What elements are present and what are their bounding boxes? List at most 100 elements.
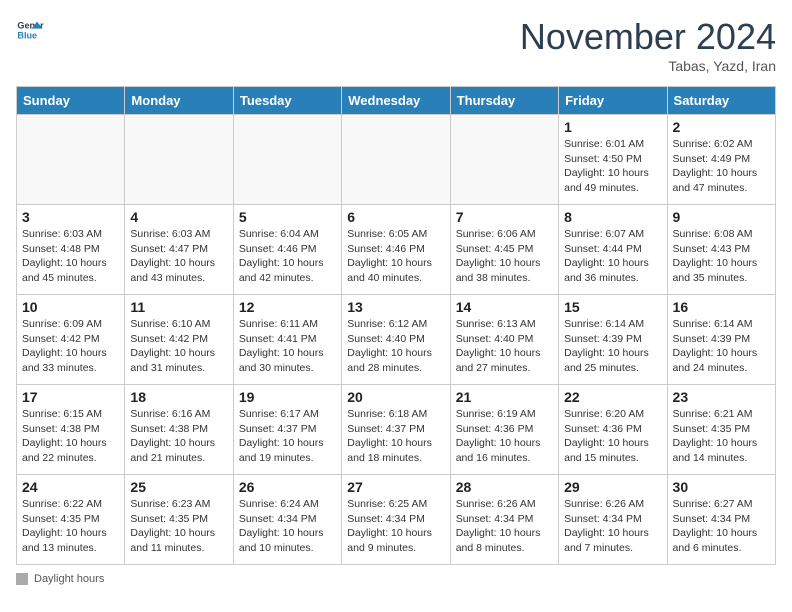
day-info: Sunrise: 6:26 AM Sunset: 4:34 PM Dayligh… (564, 497, 661, 556)
calendar-day-cell: 16 Sunrise: 6:14 AM Sunset: 4:39 PM Dayli… (667, 295, 775, 385)
day-info: Sunrise: 6:20 AM Sunset: 4:36 PM Dayligh… (564, 407, 661, 466)
calendar-day-cell: 18 Sunrise: 6:16 AM Sunset: 4:38 PM Dayli… (125, 385, 233, 475)
day-info: Sunrise: 6:21 AM Sunset: 4:35 PM Dayligh… (673, 407, 770, 466)
day-number: 5 (239, 209, 336, 225)
day-info: Sunrise: 6:07 AM Sunset: 4:44 PM Dayligh… (564, 227, 661, 286)
calendar-day-cell (342, 115, 450, 205)
calendar-day-cell: 11Sunrise: 6:10 AM Sunset: 4:42 PM Dayli… (125, 295, 233, 385)
day-info: Sunrise: 6:02 AM Sunset: 4:49 PM Dayligh… (673, 137, 770, 196)
title-block: November 2024 Tabas, Yazd, Iran (520, 16, 776, 74)
calendar-week-row: 1 Sunrise: 6:01 AM Sunset: 4:50 PM Daylig… (17, 115, 776, 205)
day-info: Sunrise: 6:23 AM Sunset: 4:35 PM Dayligh… (130, 497, 227, 556)
calendar-day-cell: 20Sunrise: 6:18 AM Sunset: 4:37 PM Dayli… (342, 385, 450, 475)
calendar-day-cell: 15 Sunrise: 6:14 AM Sunset: 4:39 PM Dayli… (559, 295, 667, 385)
day-info: Sunrise: 6:01 AM Sunset: 4:50 PM Dayligh… (564, 137, 661, 196)
day-number: 28 (456, 479, 553, 495)
day-number: 13 (347, 299, 444, 315)
calendar-day-cell: 14Sunrise: 6:13 AM Sunset: 4:40 PM Dayli… (450, 295, 558, 385)
month-title: November 2024 (520, 16, 776, 58)
calendar-day-cell: 3 Sunrise: 6:03 AM Sunset: 4:48 PM Daylig… (17, 205, 125, 295)
calendar-week-row: 10 Sunrise: 6:09 AM Sunset: 4:42 PM Dayli… (17, 295, 776, 385)
calendar-week-row: 17Sunrise: 6:15 AM Sunset: 4:38 PM Dayli… (17, 385, 776, 475)
day-number: 15 (564, 299, 661, 315)
day-number: 24 (22, 479, 119, 495)
daylight-indicator (16, 573, 28, 585)
day-number: 16 (673, 299, 770, 315)
calendar-day-cell (450, 115, 558, 205)
calendar-day-cell: 4Sunrise: 6:03 AM Sunset: 4:47 PM Daylig… (125, 205, 233, 295)
day-info: Sunrise: 6:14 AM Sunset: 4:39 PM Dayligh… (564, 317, 661, 376)
day-number: 10 (22, 299, 119, 315)
day-number: 6 (347, 209, 444, 225)
calendar-day-cell: 17Sunrise: 6:15 AM Sunset: 4:38 PM Dayli… (17, 385, 125, 475)
day-number: 9 (673, 209, 770, 225)
calendar-day-cell: 9 Sunrise: 6:08 AM Sunset: 4:43 PM Daylig… (667, 205, 775, 295)
calendar-day-cell: 27Sunrise: 6:25 AM Sunset: 4:34 PM Dayli… (342, 475, 450, 565)
day-number: 20 (347, 389, 444, 405)
calendar-day-cell: 21 Sunrise: 6:19 AM Sunset: 4:36 PM Dayli… (450, 385, 558, 475)
day-info: Sunrise: 6:27 AM Sunset: 4:34 PM Dayligh… (673, 497, 770, 556)
day-info: Sunrise: 6:25 AM Sunset: 4:34 PM Dayligh… (347, 497, 444, 556)
calendar-table: SundayMondayTuesdayWednesdayThursdayFrid… (16, 86, 776, 565)
day-info: Sunrise: 6:15 AM Sunset: 4:38 PM Dayligh… (22, 407, 119, 466)
calendar-day-cell (125, 115, 233, 205)
day-number: 8 (564, 209, 661, 225)
calendar-day-cell: 6 Sunrise: 6:05 AM Sunset: 4:46 PM Daylig… (342, 205, 450, 295)
calendar-day-header: Thursday (450, 87, 558, 115)
day-info: Sunrise: 6:22 AM Sunset: 4:35 PM Dayligh… (22, 497, 119, 556)
calendar-day-cell: 12 Sunrise: 6:11 AM Sunset: 4:41 PM Dayli… (233, 295, 341, 385)
day-number: 7 (456, 209, 553, 225)
calendar-day-cell: 23 Sunrise: 6:21 AM Sunset: 4:35 PM Dayli… (667, 385, 775, 475)
calendar-header-row: SundayMondayTuesdayWednesdayThursdayFrid… (17, 87, 776, 115)
calendar-day-cell: 30 Sunrise: 6:27 AM Sunset: 4:34 PM Dayli… (667, 475, 775, 565)
calendar-day-cell: 7 Sunrise: 6:06 AM Sunset: 4:45 PM Daylig… (450, 205, 558, 295)
page-header: General Blue November 2024 Tabas, Yazd, … (16, 16, 776, 74)
day-number: 3 (22, 209, 119, 225)
calendar-day-cell: 5Sunrise: 6:04 AM Sunset: 4:46 PM Daylig… (233, 205, 341, 295)
day-info: Sunrise: 6:16 AM Sunset: 4:38 PM Dayligh… (130, 407, 227, 466)
calendar-day-header: Monday (125, 87, 233, 115)
calendar-day-cell: 22 Sunrise: 6:20 AM Sunset: 4:36 PM Dayli… (559, 385, 667, 475)
calendar-day-cell: 24 Sunrise: 6:22 AM Sunset: 4:35 PM Dayli… (17, 475, 125, 565)
day-number: 2 (673, 119, 770, 135)
day-info: Sunrise: 6:13 AM Sunset: 4:40 PM Dayligh… (456, 317, 553, 376)
day-number: 18 (130, 389, 227, 405)
day-info: Sunrise: 6:19 AM Sunset: 4:36 PM Dayligh… (456, 407, 553, 466)
day-info: Sunrise: 6:06 AM Sunset: 4:45 PM Dayligh… (456, 227, 553, 286)
calendar-day-cell: 13Sunrise: 6:12 AM Sunset: 4:40 PM Dayli… (342, 295, 450, 385)
day-info: Sunrise: 6:03 AM Sunset: 4:48 PM Dayligh… (22, 227, 119, 286)
location-subtitle: Tabas, Yazd, Iran (520, 58, 776, 74)
day-info: Sunrise: 6:14 AM Sunset: 4:39 PM Dayligh… (673, 317, 770, 376)
calendar-day-cell (233, 115, 341, 205)
calendar-day-cell: 28Sunrise: 6:26 AM Sunset: 4:34 PM Dayli… (450, 475, 558, 565)
calendar-day-cell: 1 Sunrise: 6:01 AM Sunset: 4:50 PM Daylig… (559, 115, 667, 205)
day-number: 25 (130, 479, 227, 495)
day-number: 22 (564, 389, 661, 405)
day-number: 21 (456, 389, 553, 405)
day-info: Sunrise: 6:08 AM Sunset: 4:43 PM Dayligh… (673, 227, 770, 286)
calendar-day-cell: 19 Sunrise: 6:17 AM Sunset: 4:37 PM Dayli… (233, 385, 341, 475)
logo: General Blue (16, 16, 44, 44)
calendar-day-header: Wednesday (342, 87, 450, 115)
day-number: 1 (564, 119, 661, 135)
day-number: 23 (673, 389, 770, 405)
footer: Daylight hours (16, 573, 776, 585)
calendar-day-cell: 8 Sunrise: 6:07 AM Sunset: 4:44 PM Daylig… (559, 205, 667, 295)
calendar-day-cell: 29Sunrise: 6:26 AM Sunset: 4:34 PM Dayli… (559, 475, 667, 565)
calendar-day-cell: 26Sunrise: 6:24 AM Sunset: 4:34 PM Dayli… (233, 475, 341, 565)
day-info: Sunrise: 6:11 AM Sunset: 4:41 PM Dayligh… (239, 317, 336, 376)
day-info: Sunrise: 6:17 AM Sunset: 4:37 PM Dayligh… (239, 407, 336, 466)
calendar-day-header: Saturday (667, 87, 775, 115)
calendar-day-cell: 25 Sunrise: 6:23 AM Sunset: 4:35 PM Dayli… (125, 475, 233, 565)
calendar-day-header: Tuesday (233, 87, 341, 115)
day-number: 19 (239, 389, 336, 405)
day-number: 12 (239, 299, 336, 315)
day-info: Sunrise: 6:24 AM Sunset: 4:34 PM Dayligh… (239, 497, 336, 556)
day-info: Sunrise: 6:09 AM Sunset: 4:42 PM Dayligh… (22, 317, 119, 376)
svg-text:Blue: Blue (17, 30, 37, 40)
day-number: 4 (130, 209, 227, 225)
calendar-day-header: Friday (559, 87, 667, 115)
day-number: 30 (673, 479, 770, 495)
calendar-day-cell: 2 Sunrise: 6:02 AM Sunset: 4:49 PM Daylig… (667, 115, 775, 205)
day-info: Sunrise: 6:05 AM Sunset: 4:46 PM Dayligh… (347, 227, 444, 286)
